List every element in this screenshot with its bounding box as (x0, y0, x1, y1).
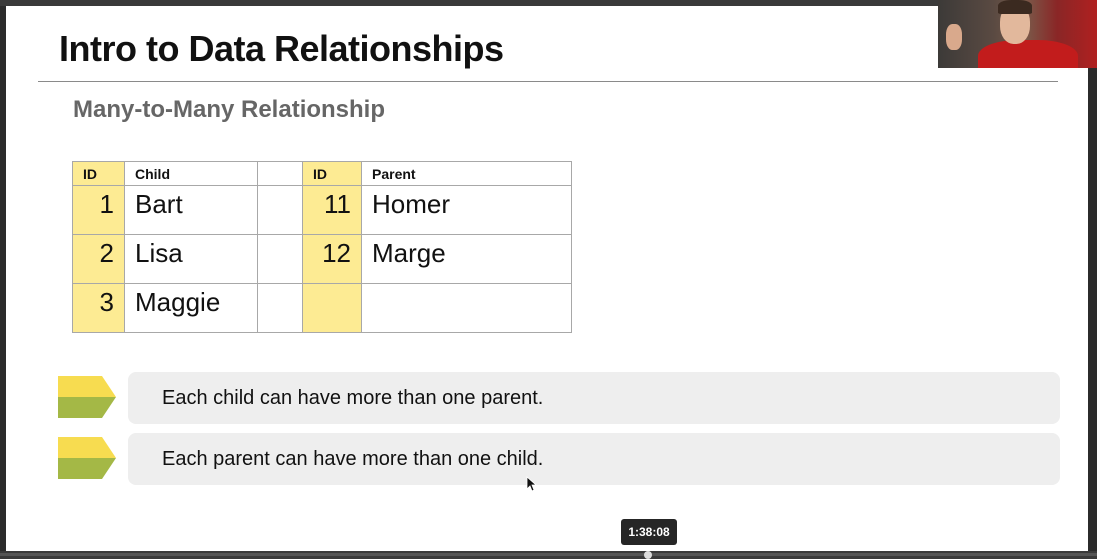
slide-title: Intro to Data Relationships (59, 28, 504, 69)
table-row: 1 Bart 11 Homer (72, 185, 572, 235)
progress-track[interactable] (0, 553, 1097, 556)
header-spacer (257, 161, 303, 186)
timestamp-tooltip: 1:38:08 (621, 519, 677, 545)
child-name-cell: Bart (124, 185, 258, 235)
header-parent-id: ID (302, 161, 362, 186)
spacer-cell (257, 185, 303, 235)
relationship-table: ID Child ID Parent 1 Bart 11 Homer 2 Lis… (72, 161, 572, 333)
spacer-cell (257, 283, 303, 333)
parent-name-cell (361, 283, 572, 333)
table-row: 2 Lisa 12 Marge (72, 234, 572, 284)
parent-name-cell: Marge (361, 234, 572, 284)
bullet-item: Each parent can have more than one child… (58, 433, 1060, 485)
parent-id-cell (302, 283, 362, 333)
bullet-box: Each child can have more than one parent… (128, 372, 1060, 424)
child-name-cell: Lisa (124, 234, 258, 284)
child-id-cell: 3 (72, 283, 125, 333)
bullet-text: Each parent can have more than one child… (162, 448, 544, 470)
arrow-tag-icon (58, 376, 116, 418)
bullet-item: Each child can have more than one parent… (58, 372, 1060, 424)
arrow-tag-icon (58, 437, 116, 479)
child-id-cell: 2 (72, 234, 125, 284)
presenter-shirt (978, 40, 1078, 68)
presenter-hand (946, 24, 962, 50)
header-parent: Parent (361, 161, 572, 186)
presentation-slide: Intro to Data Relationships Many-to-Many… (6, 6, 1088, 551)
bullet-text: Each child can have more than one parent… (162, 387, 544, 409)
spacer-cell (257, 234, 303, 284)
title-divider (38, 81, 1058, 82)
parent-name-cell: Homer (361, 185, 572, 235)
mouse-pointer-icon (526, 476, 538, 492)
child-id-cell: 1 (72, 185, 125, 235)
slide-subtitle: Many-to-Many Relationship (73, 96, 386, 123)
presenter-hair (998, 0, 1032, 14)
header-child: Child (124, 161, 258, 186)
bullet-box: Each parent can have more than one child… (128, 433, 1060, 485)
table-header-row: ID Child ID Parent (72, 161, 572, 186)
table-row: 3 Maggie (72, 283, 572, 333)
progress-scrubber[interactable] (644, 551, 652, 559)
child-name-cell: Maggie (124, 283, 258, 333)
webcam-thumbnail (938, 0, 1097, 68)
header-child-id: ID (72, 161, 125, 186)
parent-id-cell: 11 (302, 185, 362, 235)
parent-id-cell: 12 (302, 234, 362, 284)
